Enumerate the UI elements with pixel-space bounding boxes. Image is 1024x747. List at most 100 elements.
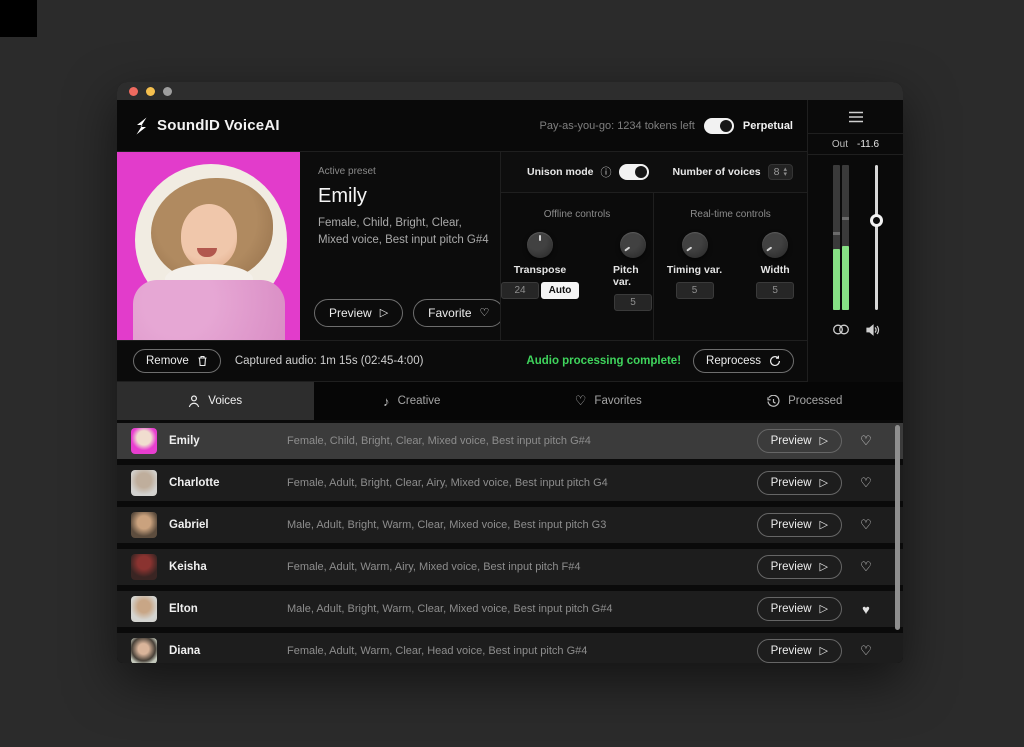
preset-description: Female, Child, Bright, Clear, Mixed voic… [318,215,493,248]
voice-avatar [131,512,157,538]
volume-slider-handle[interactable] [870,214,883,227]
preset-preview-button[interactable]: Preview ▷ [314,299,403,327]
music-note-icon: ♪ [383,394,390,409]
reprocess-button[interactable]: Reprocess [693,349,794,373]
voice-avatar [131,596,157,622]
stepper-down-icon[interactable]: ▾ [783,172,787,177]
timing-var-value[interactable]: 5 [676,282,714,299]
unison-mode-toggle[interactable] [619,164,649,180]
play-icon: ▷ [820,520,828,531]
voice-row-emily[interactable]: Emily Female, Child, Bright, Clear, Mixe… [117,423,903,459]
app-header: SoundID VoiceAI Pay-as-you-go: 1234 toke… [117,100,807,152]
remove-button[interactable]: Remove [133,349,221,373]
pitch-var-label: Pitch var. [613,264,653,288]
voice-row-elton[interactable]: Elton Male, Adult, Bright, Warm, Clear, … [117,591,903,627]
row-preview-button[interactable]: Preview▷ [757,639,842,663]
row-preview-button[interactable]: Preview▷ [757,429,842,453]
favorite-heart-button[interactable]: ♡ [859,517,873,533]
soundid-logo-icon [134,116,149,136]
pitch-var-knob[interactable] [620,232,646,258]
favorite-heart-button[interactable]: ♡ [859,433,873,449]
realtime-controls-title: Real-time controls [690,209,771,220]
voice-avatar [131,470,157,496]
play-icon: ▷ [820,604,828,615]
number-of-voices-label: Number of voices [673,166,761,178]
trash-icon [197,355,208,367]
row-preview-button[interactable]: Preview▷ [757,555,842,579]
favorite-heart-button[interactable]: ♡ [859,559,873,575]
timing-var-label: Timing var. [667,264,722,276]
meter-right [842,165,849,310]
tokens-status: Pay-as-you-go: 1234 tokens left [540,120,695,132]
pitch-var-value[interactable]: 5 [614,294,652,311]
history-icon [767,395,780,408]
plan-mode-label: Perpetual [743,120,793,132]
active-preset-label: Active preset [318,166,500,177]
close-window-button[interactable] [129,87,138,96]
play-icon: ▷ [820,562,828,573]
captured-audio-text: Captured audio: 1m 15s (02:45-4:00) [235,355,424,367]
app-title: SoundID VoiceAI [157,117,280,134]
preset-favorite-button[interactable]: Favorite ♡ [413,299,504,327]
tab-favorites[interactable]: ♡ Favorites [510,382,707,420]
voice-avatar [131,428,157,454]
favorite-heart-button[interactable]: ♥ [859,602,873,617]
voices-value: 8 [774,166,780,178]
row-preview-button[interactable]: Preview▷ [757,597,842,621]
transpose-value[interactable]: 24 [501,282,539,299]
voice-row-charlotte[interactable]: Charlotte Female, Adult, Bright, Clear, … [117,465,903,501]
heart-icon: ♡ [480,308,490,319]
row-preview-button[interactable]: Preview▷ [757,513,842,537]
play-icon: ▷ [820,436,828,447]
speaker-icon[interactable] [866,324,880,336]
voice-controls-panel: Unison mode ⓘ Number of voices 8 ▴ ▾ [500,152,807,340]
tab-voices[interactable]: Voices [117,382,314,420]
favorite-heart-button[interactable]: ♡ [859,475,873,491]
voice-avatar [131,638,157,663]
play-icon: ▷ [380,308,388,319]
play-icon: ▷ [820,646,828,657]
voice-row-keisha[interactable]: Keisha Female, Adult, Warm, Airy, Mixed … [117,549,903,585]
output-label: Out [832,139,848,150]
voice-row-diana[interactable]: Diana Female, Adult, Warm, Clear, Head v… [117,633,903,663]
transpose-auto-button[interactable]: Auto [541,282,579,299]
minimize-window-button[interactable] [146,87,155,96]
stereo-mode-icon[interactable] [832,324,850,336]
library-tabs: Voices ♪ Creative ♡ Favorites Processed [117,382,903,420]
refresh-icon [769,355,781,367]
play-icon: ▷ [820,478,828,489]
meter-left [833,165,840,310]
corner-square [0,0,37,37]
info-icon[interactable]: ⓘ [601,164,612,180]
width-knob[interactable] [762,232,788,258]
queue-menu-icon[interactable] [848,111,864,123]
timing-var-knob[interactable] [682,232,708,258]
width-label: Width [761,264,790,276]
output-panel: Out -11.6 [807,100,903,382]
output-volume-slider[interactable] [875,165,878,310]
offline-controls-title: Offline controls [544,209,611,220]
level-meters [808,155,903,342]
preset-photo [117,152,300,340]
processing-status-text: Audio processing complete! [526,355,681,367]
transpose-label: Transpose [514,264,567,276]
width-value[interactable]: 5 [756,282,794,299]
voice-list: Emily Female, Child, Bright, Clear, Mixe… [117,420,903,663]
tab-creative[interactable]: ♪ Creative [314,382,511,420]
app-window: SoundID VoiceAI Pay-as-you-go: 1234 toke… [117,82,903,663]
favorite-heart-button[interactable]: ♡ [859,643,873,659]
zoom-window-button[interactable] [163,87,172,96]
preset-name: Emily [318,185,500,208]
number-of-voices-stepper[interactable]: 8 ▴ ▾ [768,164,793,180]
row-preview-button[interactable]: Preview▷ [757,471,842,495]
tab-processed[interactable]: Processed [707,382,904,420]
voice-row-gabriel[interactable]: Gabriel Male, Adult, Bright, Warm, Clear… [117,507,903,543]
unison-mode-label: Unison mode [527,166,594,178]
heart-icon: ♡ [575,393,587,409]
capture-status-bar: Remove Captured audio: 1m 15s (02:45-4:0… [117,340,807,382]
list-scrollbar[interactable] [895,425,900,630]
titlebar [117,82,903,100]
transpose-knob[interactable] [527,232,553,258]
person-icon [188,395,200,408]
plan-toggle[interactable] [704,118,734,134]
